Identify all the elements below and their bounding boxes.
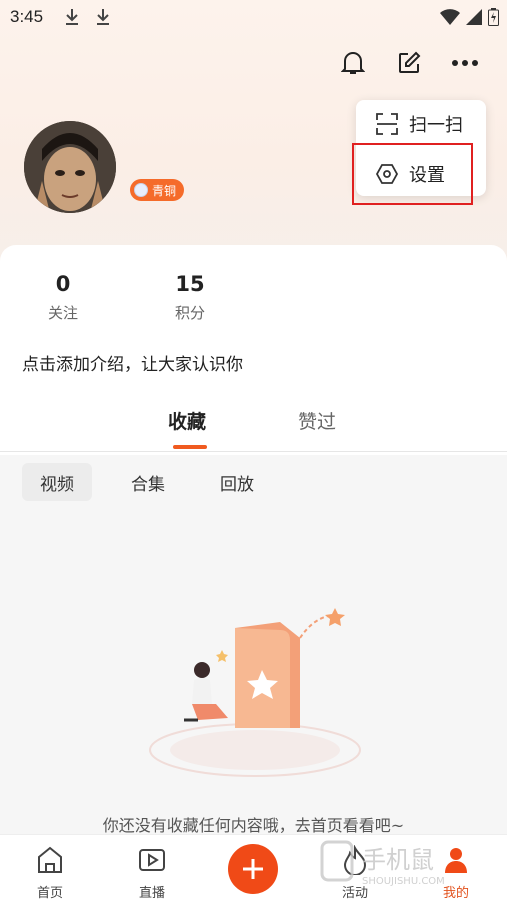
subtab-collections[interactable]: 合集 bbox=[113, 463, 183, 501]
top-actions bbox=[339, 48, 479, 78]
nav-home[interactable]: 首页 bbox=[20, 845, 80, 901]
home-icon bbox=[38, 846, 62, 873]
stat-points-label: 积分 bbox=[174, 304, 205, 322]
signal-icon bbox=[466, 9, 482, 25]
nav-home-label: 首页 bbox=[36, 886, 63, 901]
watermark-text: 手机鼠 bbox=[362, 846, 434, 874]
download-icon bbox=[66, 9, 78, 25]
stat-following-label: 关注 bbox=[47, 304, 78, 322]
live-icon bbox=[139, 849, 165, 871]
level-medal-icon bbox=[134, 183, 148, 197]
stat-following[interactable]: 0 关注 bbox=[33, 272, 93, 323]
tab-liked[interactable]: 赞过 bbox=[298, 407, 336, 434]
level-badge-label: 青铜 bbox=[152, 183, 177, 198]
active-tab-indicator bbox=[173, 445, 207, 449]
download-icon bbox=[97, 9, 109, 25]
empty-state-message: 你还没有收藏任何内容哦，去首页看看吧~ bbox=[102, 816, 405, 835]
wifi-icon bbox=[440, 9, 460, 25]
main-tabs: 收藏 赞过 bbox=[0, 395, 507, 452]
empty-state-illustration bbox=[149, 608, 361, 777]
nav-live-label: 直播 bbox=[138, 886, 165, 901]
edit-icon[interactable] bbox=[395, 48, 423, 78]
tab-favorites[interactable]: 收藏 bbox=[168, 407, 206, 434]
plus-icon bbox=[243, 859, 263, 879]
subtab-replays[interactable]: 回放 bbox=[202, 463, 272, 501]
stat-points[interactable]: 15 积分 bbox=[160, 272, 220, 323]
subtab-videos[interactable]: 视频 bbox=[22, 463, 92, 501]
status-time: 3:45 bbox=[10, 7, 44, 26]
avatar[interactable] bbox=[24, 121, 116, 213]
nav-live[interactable]: 直播 bbox=[122, 845, 182, 901]
popup-item-scan[interactable]: 扫一扫 bbox=[356, 100, 486, 148]
create-post-button[interactable] bbox=[228, 844, 278, 894]
popup-scan-label: 扫一扫 bbox=[409, 115, 463, 136]
stat-following-value: 0 bbox=[55, 272, 71, 296]
notification-bell-icon[interactable] bbox=[339, 48, 367, 78]
battery-icon bbox=[488, 8, 499, 26]
watermark-subtext: SHOUJISHU.COM bbox=[362, 876, 445, 887]
scan-icon bbox=[376, 113, 398, 135]
level-badge: 青铜 bbox=[130, 179, 185, 201]
settings-highlight-box bbox=[352, 143, 473, 205]
more-menu-icon[interactable] bbox=[451, 48, 479, 78]
stat-points-value: 15 bbox=[175, 272, 205, 296]
profile-intro[interactable]: 点击添加介绍，让大家认识你 bbox=[22, 350, 243, 375]
status-bar: 3:45 bbox=[0, 0, 507, 36]
site-watermark-logo: 手机鼠 SHOUJISHU.COM bbox=[320, 840, 445, 887]
